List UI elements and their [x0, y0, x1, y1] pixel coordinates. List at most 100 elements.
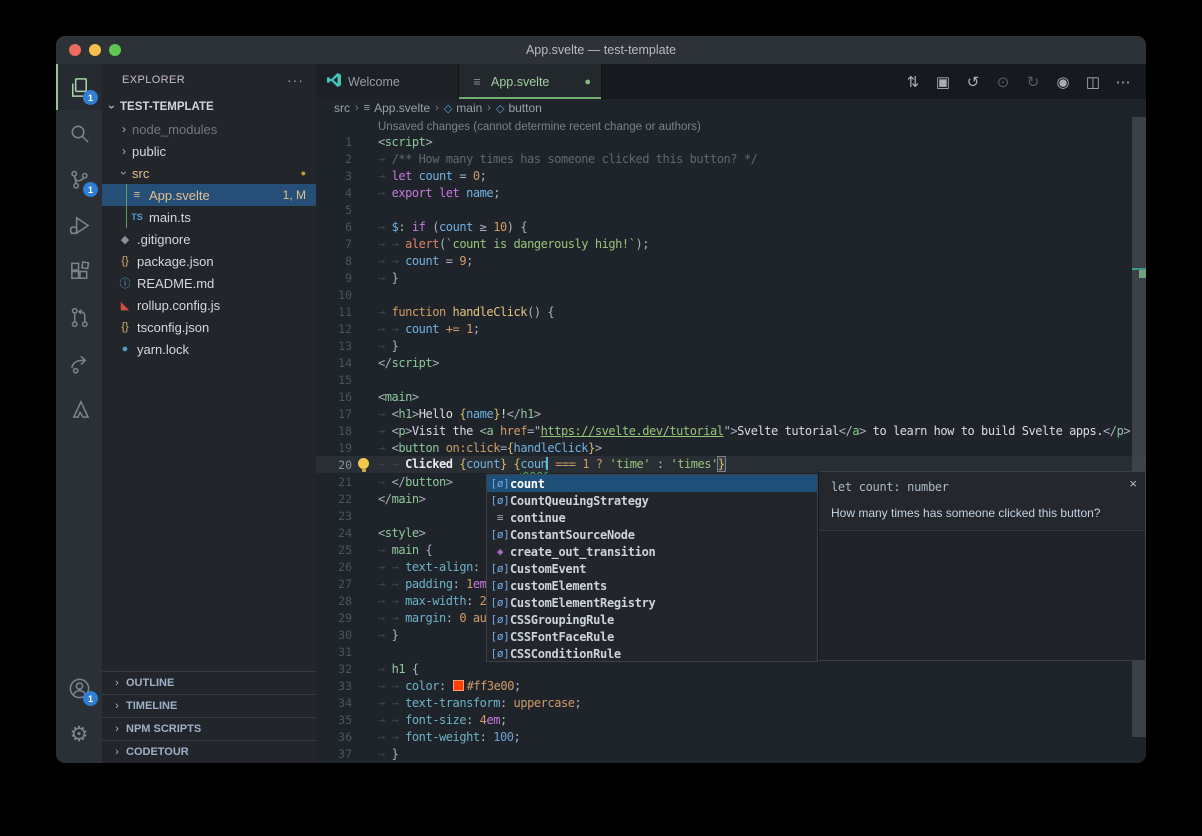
- code-line-12[interactable]: 12→ → count += 1;: [316, 320, 1146, 337]
- code-line-7[interactable]: 7→ → alert(`count is dangerously high!`)…: [316, 235, 1146, 252]
- code-line-34[interactable]: 34→ → text-transform: uppercase;: [316, 694, 1146, 711]
- sidebar-title: EXPLORER: [122, 74, 185, 86]
- suggest-item-CSSGroupingRule[interactable]: [ø]CSSGroupingRule: [487, 611, 817, 628]
- tree-item-App.svelte[interactable]: ≡App.svelte1, M: [102, 184, 316, 206]
- tree-item-yarn.lock[interactable]: ●yarn.lock: [102, 338, 316, 360]
- breadcrumb-App.svelte[interactable]: ≡App.svelte: [364, 101, 430, 115]
- suggest-item-CountQueuingStrategy[interactable]: [ø]CountQueuingStrategy: [487, 492, 817, 509]
- tab-app-svelte[interactable]: ≡App.svelte●: [459, 64, 602, 99]
- more-actions-icon[interactable]: ⋯: [1110, 70, 1136, 94]
- code-line-17[interactable]: 17→ <h1>Hello {name}!</h1>: [316, 405, 1146, 422]
- code-line-10[interactable]: 10: [316, 286, 1146, 303]
- code-line-15[interactable]: 15: [316, 371, 1146, 388]
- minimize-window-button[interactable]: [89, 44, 101, 56]
- split-editor-icon[interactable]: ◫: [1080, 70, 1106, 94]
- sidebar-section-outline[interactable]: ›OUTLINE: [102, 671, 316, 694]
- chevron-down-icon: ›: [117, 165, 131, 181]
- editor-toolbar: ⇅▣↺⊙↻◉◫⋯: [900, 64, 1146, 99]
- code-line-37[interactable]: 37→ }: [316, 745, 1146, 762]
- code-line-8[interactable]: 8→ → count = 9;: [316, 252, 1146, 269]
- modified-dot: ●: [301, 168, 306, 178]
- suggest-item-continue[interactable]: ≡continue: [487, 509, 817, 526]
- dirty-indicator[interactable]: ●: [584, 76, 591, 88]
- zoom-window-button[interactable]: [109, 44, 121, 56]
- share-icon: [68, 352, 91, 375]
- activity-github-pr[interactable]: [56, 294, 102, 340]
- suggest-item-customElements[interactable]: [ø]customElements: [487, 577, 817, 594]
- code-line-4[interactable]: 4→ export let name;: [316, 184, 1146, 201]
- tree-item-.gitignore[interactable]: ◆.gitignore: [102, 228, 316, 250]
- code-line-9[interactable]: 9→ }: [316, 269, 1146, 286]
- source-control-compare-icon[interactable]: ⇅: [900, 70, 926, 94]
- lightbulb-icon[interactable]: [358, 458, 369, 469]
- activity-settings[interactable]: ⚙: [56, 711, 102, 757]
- activity-live-share[interactable]: [56, 340, 102, 386]
- breadcrumb-separator: ›: [355, 102, 359, 114]
- tree-item-rollup.config.js[interactable]: ◣rollup.config.js: [102, 294, 316, 316]
- breadcrumb-button[interactable]: ◇button: [496, 101, 542, 115]
- line-number: 20: [316, 458, 352, 472]
- code-line-1[interactable]: 1<script>: [316, 133, 1146, 150]
- line-number: 10: [316, 288, 352, 302]
- code-line-35[interactable]: 35→ → font-size: 4em;: [316, 711, 1146, 728]
- activity-source-control[interactable]: 1: [56, 156, 102, 202]
- tree-item-package.json[interactable]: {}package.json: [102, 250, 316, 272]
- tree-root[interactable]: ›TEST-TEMPLATE: [102, 96, 316, 118]
- sidebar-section-codetour[interactable]: ›CODETOUR: [102, 740, 316, 763]
- suggest-details-widget: let count: number How many times has som…: [818, 471, 1146, 661]
- code-line-11[interactable]: 11→ function handleClick() {: [316, 303, 1146, 320]
- go-back-icon[interactable]: ↺: [960, 70, 986, 94]
- tree-item-tsconfig.json[interactable]: {}tsconfig.json: [102, 316, 316, 338]
- chevron-right-icon: ›: [116, 144, 132, 158]
- run-icon[interactable]: ◉: [1050, 70, 1076, 94]
- code-line-33[interactable]: 33→ → color: #ff3e00;: [316, 677, 1146, 694]
- activity-search[interactable]: [56, 110, 102, 156]
- suggest-item-CSSFontFaceRule[interactable]: [ø]CSSFontFaceRule: [487, 628, 817, 645]
- activity-accounts[interactable]: 1: [56, 665, 102, 711]
- suggest-item-CustomEvent[interactable]: [ø]CustomEvent: [487, 560, 817, 577]
- breadcrumb-src[interactable]: src: [334, 101, 350, 115]
- sidebar-more-actions-icon[interactable]: ···: [287, 72, 304, 88]
- tree-item-README.md[interactable]: ⓘREADME.md: [102, 272, 316, 294]
- vscode-window: App.svelte — test-template 11 1⚙ EXPLORE…: [56, 36, 1146, 763]
- suggest-item-CSSConditionRule[interactable]: [ø]CSSConditionRule: [487, 645, 817, 662]
- open-preview-icon[interactable]: ▣: [930, 70, 956, 94]
- suggest-item-count[interactable]: [ø]count: [487, 475, 817, 492]
- prev-change-icon[interactable]: ⊙: [990, 70, 1016, 94]
- activity-azure[interactable]: [56, 386, 102, 432]
- vscode-logo-icon: [326, 72, 342, 91]
- tree-item-main.ts[interactable]: TSmain.ts: [102, 206, 316, 228]
- code-line-18[interactable]: 18→ <p>Visit the <a href="https://svelte…: [316, 422, 1146, 439]
- suggest-item-create_out_transition[interactable]: ◈create_out_transition: [487, 543, 817, 560]
- activity-extensions[interactable]: [56, 248, 102, 294]
- file-tree: ›TEST-TEMPLATE›node_modules›public›src●≡…: [102, 96, 316, 360]
- code-line-32[interactable]: 32→ h1 {: [316, 660, 1146, 677]
- code-line-5[interactable]: 5: [316, 201, 1146, 218]
- close-window-button[interactable]: [69, 44, 81, 56]
- close-icon[interactable]: ×: [1129, 476, 1137, 491]
- code-line-6[interactable]: 6→ $: if (count ≥ 10) {: [316, 218, 1146, 235]
- tree-item-node_modules[interactable]: ›node_modules: [102, 118, 316, 140]
- code-line-19[interactable]: 19→ <button on:click={handleClick}>: [316, 439, 1146, 456]
- tree-item-public[interactable]: ›public: [102, 140, 316, 162]
- activity-bar-top: 11: [56, 64, 102, 432]
- sidebar-section-npm-scripts[interactable]: ›NPM SCRIPTS: [102, 717, 316, 740]
- typescript-file-icon: TS: [128, 212, 146, 222]
- next-change-icon[interactable]: ↻: [1020, 70, 1046, 94]
- activity-run-debug[interactable]: [56, 202, 102, 248]
- code-line-2[interactable]: 2→ /** How many times has someone clicke…: [316, 150, 1146, 167]
- tree-item-src[interactable]: ›src●: [102, 162, 316, 184]
- sidebar-section-timeline[interactable]: ›TIMELINE: [102, 694, 316, 717]
- tab-welcome[interactable]: Welcome: [316, 64, 459, 99]
- code-line-13[interactable]: 13→ }: [316, 337, 1146, 354]
- code-area[interactable]: Unsaved changes (cannot determine recent…: [316, 117, 1146, 763]
- activity-explorer[interactable]: 1: [56, 64, 102, 110]
- code-line-14[interactable]: 14</script>: [316, 354, 1146, 371]
- suggest-item-CustomElementRegistry[interactable]: [ø]CustomElementRegistry: [487, 594, 817, 611]
- symbol-module-icon: ◈: [490, 545, 510, 558]
- suggest-item-ConstantSourceNode[interactable]: [ø]ConstantSourceNode: [487, 526, 817, 543]
- code-line-16[interactable]: 16<main>: [316, 388, 1146, 405]
- code-line-36[interactable]: 36→ → font-weight: 100;: [316, 728, 1146, 745]
- code-line-3[interactable]: 3→ let count = 0;: [316, 167, 1146, 184]
- breadcrumb-main[interactable]: ◇main: [444, 101, 482, 115]
